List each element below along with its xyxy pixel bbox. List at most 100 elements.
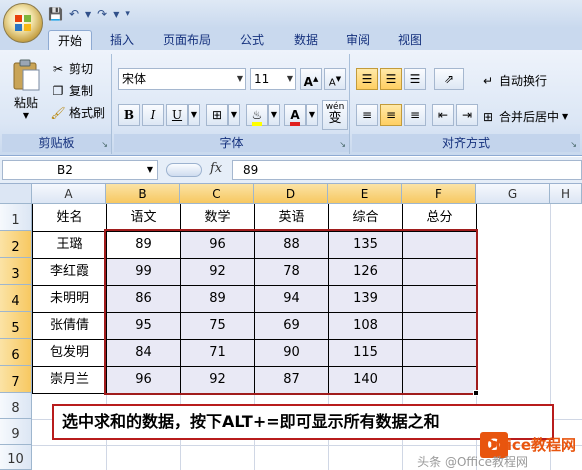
- header-cell-total[interactable]: 总分: [403, 205, 476, 231]
- select-all-corner[interactable]: [0, 184, 32, 204]
- header-cell-math[interactable]: 数学: [181, 205, 254, 231]
- cell-a5[interactable]: 张倩倩: [33, 313, 106, 339]
- align-right-icon: ≡: [409, 108, 421, 122]
- orientation-button[interactable]: ⇗: [434, 68, 464, 90]
- header-cell-comprehensive[interactable]: 综合: [329, 205, 402, 231]
- font-name-select[interactable]: 宋体 ▼: [118, 68, 246, 90]
- cell-a4[interactable]: 未明明: [33, 286, 106, 312]
- align-top-button[interactable]: ☰: [356, 68, 378, 90]
- row-header-10[interactable]: 10: [0, 445, 32, 470]
- merge-cells-icon: ⊞: [482, 109, 494, 124]
- align-middle-button[interactable]: ☰: [380, 68, 402, 90]
- formula-bar-resize-handle[interactable]: [166, 163, 202, 177]
- fill-color-button[interactable]: ♨: [246, 104, 268, 126]
- header-cell-english[interactable]: 英语: [255, 205, 328, 231]
- column-header-h[interactable]: H: [550, 184, 582, 204]
- undo-dropdown-icon[interactable]: ▼: [85, 10, 91, 19]
- cell-a6[interactable]: 包发明: [33, 340, 106, 366]
- column-header-a[interactable]: A: [32, 184, 106, 204]
- cell-a2[interactable]: 王璐: [33, 232, 106, 258]
- redo-icon[interactable]: ↷: [97, 7, 107, 21]
- row-header-5[interactable]: 5: [0, 312, 32, 339]
- decrease-indent-button[interactable]: ⇤: [432, 104, 454, 126]
- merge-center-button[interactable]: ⊞ 合并后居中 ▼: [480, 108, 568, 125]
- tab-page-layout[interactable]: 页面布局: [156, 30, 218, 50]
- font-size-select[interactable]: 11 ▼: [250, 68, 296, 90]
- align-right-button[interactable]: ≡: [404, 104, 426, 126]
- tab-review[interactable]: 审阅: [338, 30, 378, 50]
- cell-a3[interactable]: 李红霞: [33, 259, 106, 285]
- borders-dropdown[interactable]: ▼: [228, 104, 240, 126]
- column-header-c[interactable]: C: [180, 184, 254, 204]
- cell-a7[interactable]: 崇月兰: [33, 367, 106, 393]
- align-bottom-button[interactable]: ☰: [404, 68, 426, 90]
- copy-button[interactable]: ❐ 复制: [50, 82, 93, 99]
- row-header-9[interactable]: 9: [0, 419, 32, 445]
- redo-dropdown-icon[interactable]: ▼: [113, 10, 119, 19]
- italic-button[interactable]: I: [142, 104, 164, 126]
- font-group-label: 字体: [114, 134, 349, 152]
- save-icon[interactable]: 💾: [48, 7, 63, 21]
- wrap-text-label: 自动换行: [499, 74, 548, 88]
- align-left-button[interactable]: ≡: [356, 104, 378, 126]
- row-header-6[interactable]: 6: [0, 339, 32, 366]
- row-header-4[interactable]: 4: [0, 285, 32, 312]
- align-middle-icon: ☰: [385, 72, 397, 86]
- paste-icon: [13, 59, 40, 91]
- column-header-b[interactable]: B: [106, 184, 180, 204]
- row-header-3[interactable]: 3: [0, 258, 32, 285]
- font-color-dropdown[interactable]: ▼: [306, 104, 318, 126]
- font-color-button[interactable]: A: [284, 104, 306, 126]
- wrap-text-button[interactable]: ↵ 自动换行: [480, 72, 547, 89]
- worksheet-grid[interactable]: A B C D E F G H 1 2 3 4 5 6 7 8 9 10 姓名 …: [0, 184, 582, 470]
- chevron-down-icon: ▼: [236, 74, 243, 83]
- formula-input[interactable]: 89: [232, 160, 582, 180]
- phonetic-button[interactable]: wén 变: [322, 100, 348, 130]
- fx-icon[interactable]: fx: [210, 161, 222, 176]
- tab-home[interactable]: 开始: [48, 30, 92, 50]
- shrink-font-button[interactable]: A▼: [324, 68, 346, 90]
- paste-label: 粘贴: [13, 96, 38, 110]
- row-header-1[interactable]: 1: [0, 204, 32, 231]
- increase-indent-button[interactable]: ⇥: [456, 104, 478, 126]
- header-cell-chinese[interactable]: 语文: [107, 205, 180, 231]
- header-cell-name[interactable]: 姓名: [33, 205, 106, 231]
- align-center-button[interactable]: ≡: [380, 104, 402, 126]
- clipboard-group-label: 剪贴板: [2, 134, 111, 152]
- underline-dropdown[interactable]: ▼: [188, 104, 200, 126]
- fill-color-dropdown[interactable]: ▼: [268, 104, 280, 126]
- column-header-d[interactable]: D: [254, 184, 328, 204]
- cut-button[interactable]: ✂ 剪切: [50, 60, 93, 77]
- font-dialog-launcher-icon[interactable]: ↘: [339, 140, 346, 149]
- fill-handle[interactable]: [473, 390, 479, 396]
- customize-icon[interactable]: ▾: [125, 9, 130, 19]
- underline-button[interactable]: U: [166, 104, 188, 126]
- tab-view[interactable]: 视图: [390, 30, 430, 50]
- bold-button[interactable]: B: [118, 104, 140, 126]
- tab-insert[interactable]: 插入: [102, 30, 142, 50]
- watermark-brand: Office教程网: [482, 436, 576, 454]
- tab-data[interactable]: 数据: [286, 30, 326, 50]
- column-header-e[interactable]: E: [328, 184, 402, 204]
- undo-icon[interactable]: ↶: [69, 7, 79, 21]
- phonetic-char: 变: [328, 111, 342, 126]
- selection-range-border: [104, 229, 478, 395]
- font-color-icon: A: [290, 108, 300, 126]
- column-header-g[interactable]: G: [476, 184, 550, 204]
- alignment-dialog-launcher-icon[interactable]: ↘: [570, 140, 577, 149]
- row-header-7[interactable]: 7: [0, 366, 32, 393]
- chevron-down-icon: ▼: [270, 110, 278, 119]
- office-logo-icon: [15, 15, 31, 31]
- row-header-8[interactable]: 8: [0, 393, 32, 419]
- clipboard-dialog-launcher-icon[interactable]: ↘: [101, 140, 108, 149]
- format-painter-button[interactable]: 🖌 格式刷: [50, 104, 105, 121]
- font-group: 宋体 ▼ 11 ▼ A▲ A▼ B I U ▼ ⊞ ▼ ♨ ▼ A ▼ wén …: [114, 54, 350, 154]
- row-header-2[interactable]: 2: [0, 231, 32, 258]
- office-button[interactable]: [3, 3, 43, 43]
- grow-font-button[interactable]: A▲: [300, 68, 322, 90]
- tab-formulas[interactable]: 公式: [232, 30, 272, 50]
- name-box[interactable]: B2 ▼: [2, 160, 158, 180]
- paste-button[interactable]: 粘贴 ▼: [6, 58, 46, 120]
- borders-button[interactable]: ⊞: [206, 104, 228, 126]
- column-header-f[interactable]: F: [402, 184, 476, 204]
